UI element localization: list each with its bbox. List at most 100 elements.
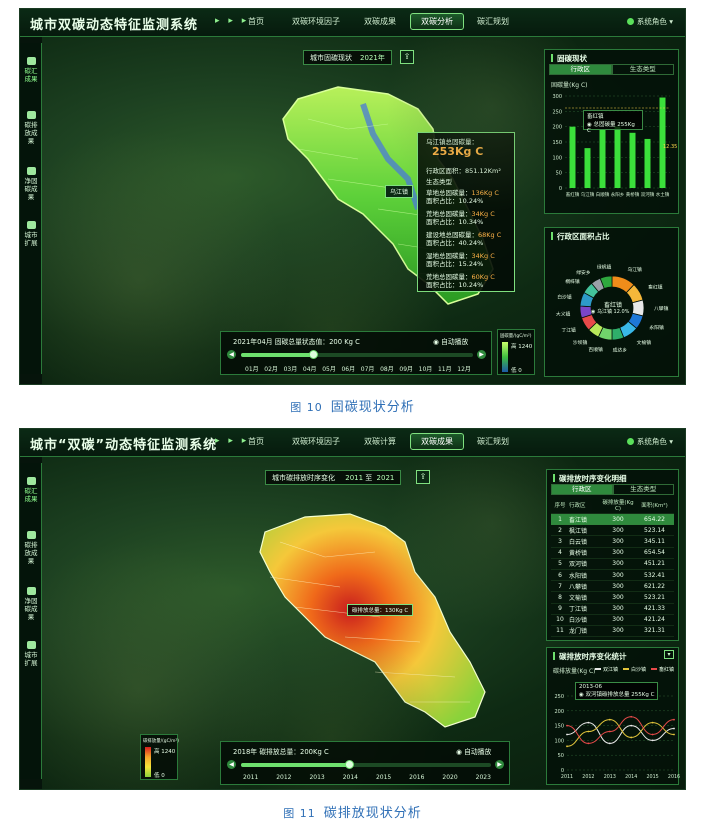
timeline-tick-label[interactable]: 01月 bbox=[245, 364, 259, 373]
map-tooltip: 碳排放总量：130Kg C bbox=[347, 604, 414, 616]
timeline-handle[interactable] bbox=[308, 350, 318, 359]
nav-tab-home[interactable]: 首页 bbox=[248, 436, 264, 447]
timeline-tick-label[interactable]: 02月 bbox=[264, 364, 278, 373]
tab-district[interactable]: 行政区 bbox=[549, 64, 612, 75]
timeline-prev-button[interactable]: ◀ bbox=[227, 760, 236, 769]
bar bbox=[629, 132, 636, 188]
year-to[interactable]: 2021 bbox=[377, 474, 395, 482]
table-row[interactable]: 9 丁江镇 300 421.33 bbox=[551, 604, 674, 615]
timeline-tick-label[interactable]: 2013 bbox=[309, 774, 324, 781]
legend-item[interactable]: 双江镇 bbox=[595, 666, 618, 673]
series-point bbox=[651, 721, 654, 724]
sidebar-item-net-sink[interactable]: 净固碳成果 bbox=[23, 167, 39, 201]
timeline-tick-label[interactable]: 05月 bbox=[322, 364, 336, 373]
nav-tab-planning[interactable]: 碳汇规划 bbox=[477, 436, 509, 447]
timeline-tick-label[interactable]: 2016 bbox=[409, 774, 424, 781]
y-tick-label: 200 bbox=[552, 125, 562, 131]
table-row[interactable]: 4 黄桥镇 300 654.54 bbox=[551, 548, 674, 559]
legend-item[interactable]: 畜红镇 bbox=[651, 666, 674, 673]
timeline-tick-label[interactable]: 12月 bbox=[457, 364, 471, 373]
table-row[interactable]: 1 畜江镇 300 654.22 bbox=[551, 514, 674, 526]
sidebar-item-label: 碳排放成果 bbox=[24, 121, 38, 145]
nav-tab-env-factor[interactable]: 双碳环境因子 bbox=[292, 16, 340, 27]
nav-tab-planning[interactable]: 碳汇规划 bbox=[477, 16, 509, 27]
timeline-handle[interactable] bbox=[344, 760, 354, 769]
sidebar-item-emission[interactable]: 碳排放成果 bbox=[23, 111, 39, 145]
sidebar-item-urban-expansion[interactable]: 城市扩展 bbox=[23, 641, 39, 667]
export-button[interactable]: ⇪ bbox=[416, 470, 430, 484]
timeline-prev-button[interactable]: ◀ bbox=[227, 350, 236, 359]
table-row[interactable]: 2 枫江镇 300 523.14 bbox=[551, 525, 674, 537]
sidebar-item-carbon-sink[interactable]: 碳汇成果 bbox=[23, 477, 39, 503]
timeline-tick-label[interactable]: 2020 bbox=[442, 774, 457, 781]
timeline-tick-label[interactable]: 04月 bbox=[303, 364, 317, 373]
sidebar-item-label: 碳汇成果 bbox=[24, 67, 38, 83]
table-body: 1 畜江镇 300 654.22 2 枫江镇 300 523.14 3 白云镇 300 345.11 4… bbox=[551, 514, 674, 638]
timeline-tick-label[interactable]: 10月 bbox=[419, 364, 433, 373]
timeline-tick-label[interactable]: 03月 bbox=[284, 364, 298, 373]
region-label[interactable]: 乌江镇 bbox=[385, 185, 414, 198]
y-tick-label: 250 bbox=[554, 694, 564, 700]
table-row[interactable]: 3 白云镇 300 345.11 bbox=[551, 536, 674, 548]
table-row[interactable]: 6 水阳镇 300 532.41 bbox=[551, 570, 674, 582]
tab-eco-type[interactable]: 生态类型 bbox=[611, 64, 674, 75]
table-cell: 300 bbox=[612, 605, 624, 613]
autoplay-toggle[interactable]: ◉ 自动播放 bbox=[456, 746, 491, 756]
sidebar-item-carbon-sink[interactable]: 碳汇成果 bbox=[23, 57, 39, 83]
timeline-tick-label[interactable]: 2023 bbox=[476, 774, 491, 781]
table-cell: 双河镇 bbox=[569, 561, 588, 569]
table-row[interactable]: 10 白沙镇 300 421.24 bbox=[551, 615, 674, 626]
timeline-tick-label[interactable]: 07月 bbox=[361, 364, 375, 373]
timeline-tick-label[interactable]: 2012 bbox=[276, 774, 291, 781]
nav-tab-results[interactable]: 双碳成果 bbox=[364, 16, 396, 27]
timeline-tick-label[interactable]: 09月 bbox=[399, 364, 413, 373]
sidebar-item-urban-expansion[interactable]: 城市扩展 bbox=[23, 221, 39, 247]
timeline-track[interactable] bbox=[241, 350, 473, 359]
table-cell: 白云镇 bbox=[569, 538, 588, 546]
sidebar-item-net-sink[interactable]: 净固碳成果 bbox=[23, 587, 39, 621]
sidebar-item-label: 净固碳成果 bbox=[24, 177, 38, 201]
timeline-tick-label[interactable]: 2014 bbox=[343, 774, 358, 781]
balance-icon bbox=[26, 587, 36, 595]
table-row[interactable]: 5 双河镇 300 451.21 bbox=[551, 559, 674, 570]
nav-tab-analysis[interactable]: 双碳分析 bbox=[410, 13, 464, 30]
table-row[interactable]: 11 龙门镇 300 321.31 bbox=[551, 626, 674, 638]
region-boundary[interactable] bbox=[259, 513, 486, 728]
nav-tab-env-factor[interactable]: 双碳环境因子 bbox=[292, 436, 340, 447]
tab-district[interactable]: 行政区 bbox=[551, 484, 613, 495]
region-map-shape[interactable] bbox=[245, 502, 505, 752]
nav-tab-home[interactable]: 首页 bbox=[248, 16, 264, 27]
timeline-tick-label[interactable]: 06月 bbox=[341, 364, 355, 373]
timeline-tick-label[interactable]: 08月 bbox=[380, 364, 394, 373]
eco-name: 湿地总固碳量： bbox=[426, 252, 472, 260]
y-tick-label: 50 bbox=[558, 753, 564, 759]
nav-tab-results[interactable]: 双碳成果 bbox=[410, 433, 464, 450]
timeline-next-button[interactable]: ▶ bbox=[495, 760, 504, 769]
region-boundary[interactable] bbox=[282, 86, 494, 305]
top-nav-bar: 城市双碳动态特征监测系统 ▸ ▸ ▸ 首页 双碳环境因子 双碳成果 双碳分析 碳… bbox=[20, 9, 685, 37]
export-button[interactable]: ⇪ bbox=[400, 50, 414, 64]
filter-button[interactable]: ▾ bbox=[664, 650, 674, 659]
query-chip[interactable]: 城市固碳现状 2021年 bbox=[303, 50, 392, 65]
user-menu[interactable]: 系统角色 ▾ bbox=[626, 436, 673, 447]
query-chip[interactable]: 城市碳排放时序变化 2011 至 2021 bbox=[265, 470, 402, 485]
sidebar-item-emission[interactable]: 碳排放成果 bbox=[23, 531, 39, 565]
legend-label: 白沙镇 bbox=[631, 667, 647, 673]
legend-item[interactable]: 白沙镇 bbox=[623, 666, 646, 673]
year-from[interactable]: 2011 bbox=[345, 474, 363, 482]
timeline-track[interactable] bbox=[241, 760, 491, 769]
user-menu[interactable]: 系统角色 ▾ bbox=[626, 16, 673, 27]
table-row[interactable]: 7 八攀镇 300 621.22 bbox=[551, 581, 674, 593]
autoplay-toggle[interactable]: ◉ 自动播放 bbox=[433, 336, 468, 346]
timeline-tick-label[interactable]: 2011 bbox=[243, 774, 258, 781]
region-map-shape[interactable] bbox=[268, 79, 528, 319]
figure-11-caption: 图 11 碳排放现状分析 bbox=[0, 802, 705, 821]
nav-tab-calc[interactable]: 双碳计算 bbox=[364, 436, 396, 447]
table-cell: 300 bbox=[612, 616, 624, 624]
timeline-tick-label[interactable]: 2015 bbox=[376, 774, 391, 781]
timeline-next-button[interactable]: ▶ bbox=[477, 350, 486, 359]
tab-eco-type[interactable]: 生态类型 bbox=[612, 484, 674, 495]
query-year[interactable]: 2021年 bbox=[360, 54, 385, 62]
timeline-tick-label[interactable]: 11月 bbox=[438, 364, 452, 373]
table-row[interactable]: 8 文榆镇 300 523.21 bbox=[551, 592, 674, 604]
